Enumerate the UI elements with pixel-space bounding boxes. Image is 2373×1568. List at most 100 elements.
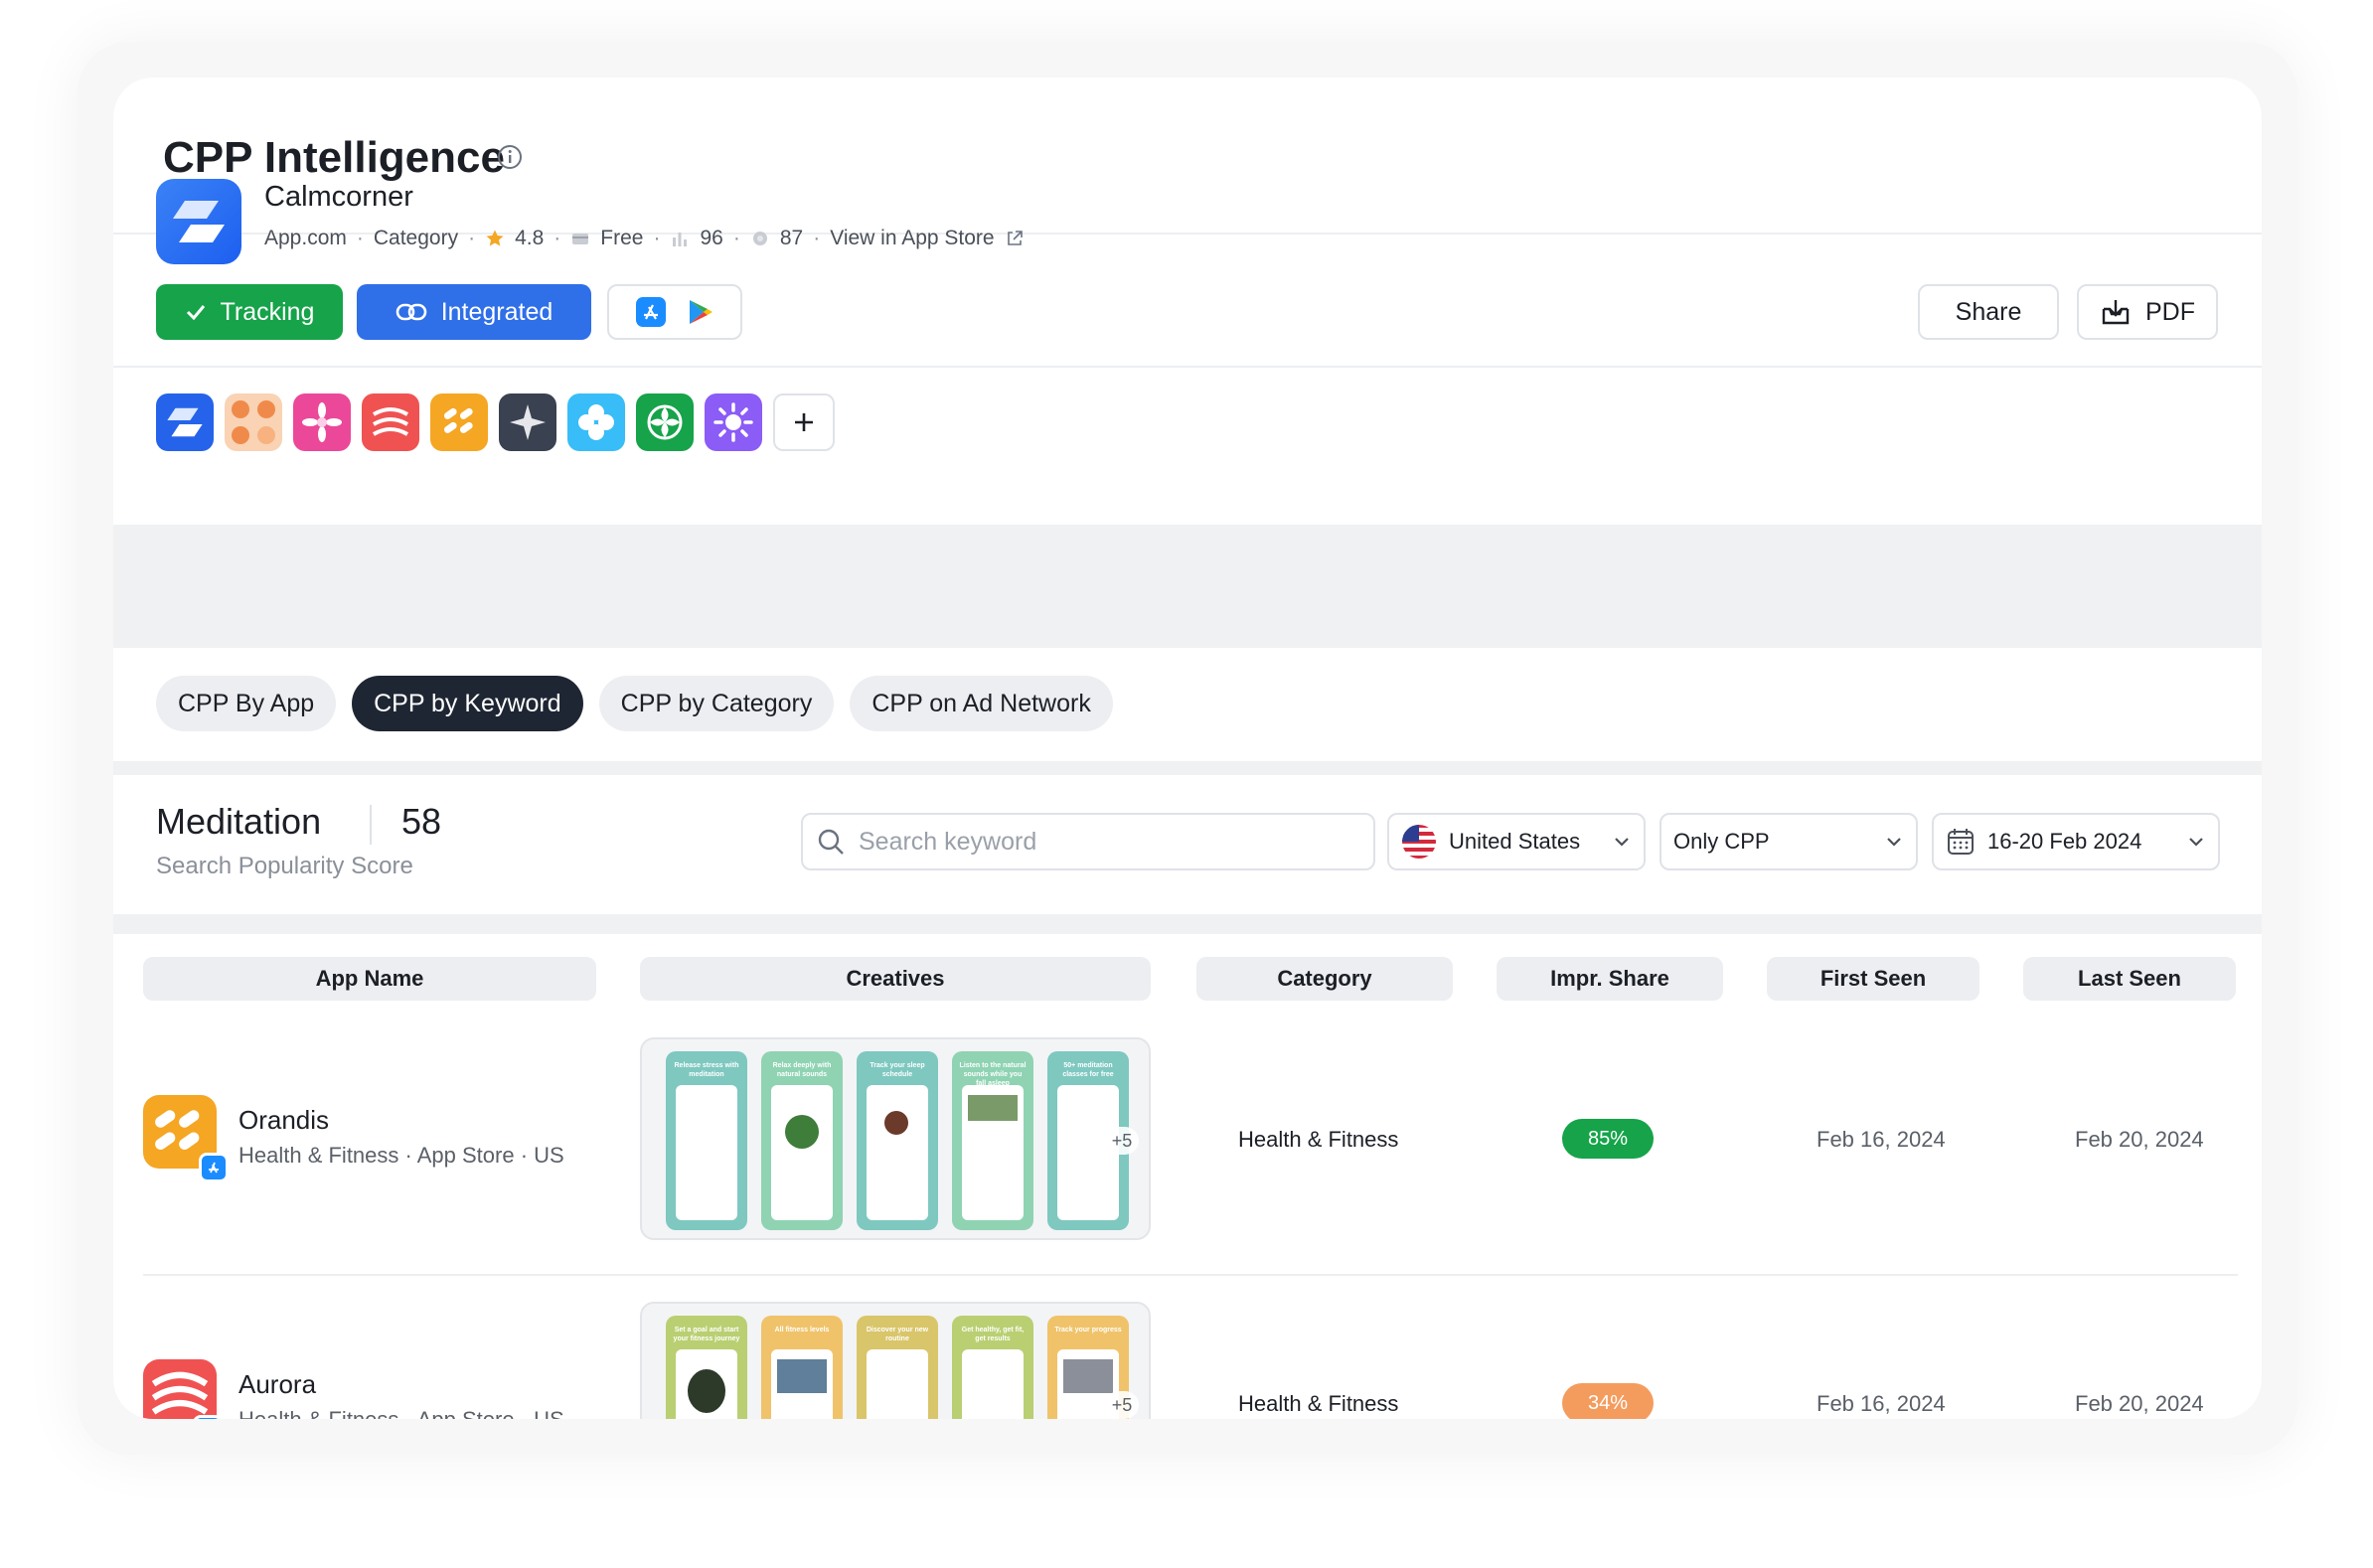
col-creatives[interactable]: Creatives (640, 957, 1151, 1001)
col-last-seen[interactable]: Last Seen (2023, 957, 2236, 1001)
creative-thumbnail[interactable]: Release stress with meditation (666, 1051, 747, 1230)
integrated-button[interactable]: Integrated (357, 284, 591, 340)
keyword-score-label: Search Popularity Score (156, 853, 413, 879)
impr-share-badge: 85% (1562, 1119, 1654, 1159)
competitor-app-3[interactable] (293, 393, 351, 451)
creative-caption: Discover your new routine (866, 1327, 929, 1342)
pdf-label: PDF (2145, 297, 2195, 326)
more-creatives-badge[interactable]: +5 (1105, 1391, 1139, 1419)
tabs: CPP By App CPP by Keyword CPP by Categor… (156, 676, 1113, 731)
leaf-logo-icon (647, 404, 683, 440)
col-category[interactable]: Category (1196, 957, 1453, 1001)
competitor-app-aurora[interactable] (362, 393, 419, 451)
creative-thumbnail[interactable]: Set a goal and start your fitness journe… (666, 1316, 747, 1419)
divider (370, 805, 372, 845)
row-app-subtitle: Health & Fitness · App Store · US (238, 1407, 564, 1419)
share-button[interactable]: Share (1918, 284, 2059, 340)
app-store-icon[interactable] (636, 297, 666, 327)
sun-logo-icon (713, 402, 753, 442)
row-last-seen: Feb 20, 2024 (2075, 1127, 2204, 1152)
rating-value: 4.8 (515, 227, 545, 249)
row-category: Health & Fitness (1238, 1391, 1399, 1416)
impr-share-badge: 34% (1562, 1383, 1654, 1419)
title-bar: CPP Intelligence (113, 78, 2262, 235)
row-divider (143, 1274, 2238, 1276)
plus-icon (795, 413, 813, 431)
waves-logo-icon (151, 1371, 209, 1415)
creative-thumbnail[interactable]: All fitness levels (761, 1316, 843, 1419)
download-tray-icon (2102, 300, 2130, 325)
col-first-seen[interactable]: First Seen (1767, 957, 1979, 1001)
app-store-badge-icon (199, 1153, 229, 1182)
creative-caption: Get healthy, get fit, get results (961, 1327, 1025, 1342)
table-row[interactable]: Aurora Health & Fitness · App Store · US… (113, 1294, 2262, 1419)
creative-thumbnail[interactable]: Listen to the natural sounds while you f… (952, 1051, 1033, 1230)
competitor-app-8[interactable] (636, 393, 694, 451)
app-logo-mark-icon (173, 201, 225, 242)
creative-thumbnail[interactable]: Relax deeply with natural sounds (761, 1051, 843, 1230)
keyword-search[interactable] (801, 813, 1375, 870)
cpp-filter-value: Only CPP (1673, 829, 1770, 854)
add-competitor-button[interactable] (773, 393, 835, 451)
info-icon[interactable] (497, 144, 523, 170)
creative-caption: Listen to the natural sounds while you f… (959, 1062, 1027, 1087)
creative-thumbnail[interactable]: Discover your new routine (857, 1316, 938, 1419)
creative-caption: Track your sleep schedule (870, 1062, 925, 1078)
search-icon (818, 829, 844, 855)
tab-cpp-by-category[interactable]: CPP by Category (598, 676, 835, 731)
view-in-app-store-link[interactable]: View in App Store (830, 227, 994, 250)
tab-cpp-by-keyword[interactable]: CPP by Keyword (352, 676, 583, 731)
row-app-name[interactable]: Aurora (238, 1369, 316, 1400)
score-value: 87 (779, 227, 804, 249)
tab-cpp-by-app[interactable]: CPP By App (156, 676, 337, 731)
divider (113, 366, 2262, 368)
external-link-icon[interactable] (1005, 229, 1025, 248)
row-app-subtitle: Health & Fitness · App Store · US (238, 1143, 564, 1168)
store-toggle[interactable] (607, 284, 742, 340)
row-app-name[interactable]: Orandis (238, 1105, 329, 1136)
search-input[interactable] (859, 827, 1336, 857)
pdf-button[interactable]: PDF (2077, 284, 2218, 340)
table-row[interactable]: Orandis Health & Fitness · App Store · U… (113, 1029, 2262, 1268)
integrated-label: Integrated (440, 297, 554, 326)
date-range-select[interactable]: 16-20 Feb 2024 (1932, 813, 2220, 870)
chevron-down-icon (1887, 838, 1901, 847)
creatives-gallery[interactable]: Release stress with meditation Relax dee… (640, 1037, 1151, 1240)
calendar-icon (1948, 829, 1974, 855)
competitor-app-6[interactable] (499, 393, 556, 451)
competitor-app-7[interactable] (567, 393, 625, 451)
chevron-down-icon (1615, 838, 1629, 847)
row-category: Health & Fitness (1238, 1127, 1399, 1152)
competitor-app-calmcorner[interactable] (156, 393, 214, 451)
meta-separator: · (468, 227, 476, 249)
app-summary: Calmcorner App.com · Category · 4.8 · Fr… (113, 179, 2262, 525)
creative-caption: 50+ meditation classes for free (1062, 1062, 1114, 1078)
meta-separator: · (732, 227, 740, 249)
tracking-button[interactable]: Tracking (156, 284, 343, 340)
creative-caption: Track your progress (1054, 1327, 1122, 1333)
col-app-name[interactable]: App Name (143, 957, 596, 1001)
meta-separator: · (813, 227, 821, 249)
country-value: United States (1449, 829, 1581, 854)
creative-thumbnail[interactable]: Get healthy, get fit, get results (952, 1316, 1033, 1419)
sparkle-logo-icon (510, 404, 546, 440)
meta-separator: · (554, 227, 561, 249)
more-creatives-badge[interactable]: +5 (1105, 1127, 1139, 1155)
blob-logo-icon (232, 400, 275, 444)
category-link[interactable]: Category (374, 227, 458, 250)
tab-cpp-on-ad-network[interactable]: CPP on Ad Network (850, 676, 1113, 731)
google-play-icon[interactable] (688, 298, 713, 326)
cpp-filter-select[interactable]: Only CPP (1660, 813, 1918, 870)
creatives-gallery[interactable]: Set a goal and start your fitness journe… (640, 1302, 1151, 1419)
col-impr-share[interactable]: Impr. Share (1497, 957, 1723, 1001)
competitor-app-2[interactable] (225, 393, 282, 451)
check-icon (186, 305, 205, 321)
competitor-app-9[interactable] (705, 393, 762, 451)
competitor-app-orandis[interactable] (430, 393, 488, 451)
developer-link[interactable]: App.com (264, 227, 347, 250)
country-select[interactable]: United States (1387, 813, 1646, 870)
creative-thumbnail[interactable]: Track your sleep schedule (857, 1051, 938, 1230)
row-last-seen: Feb 20, 2024 (2075, 1391, 2204, 1416)
keyword-toolbar: Meditation 58 Search Popularity Score Un… (113, 775, 2262, 914)
tracking-label: Tracking (220, 297, 315, 326)
